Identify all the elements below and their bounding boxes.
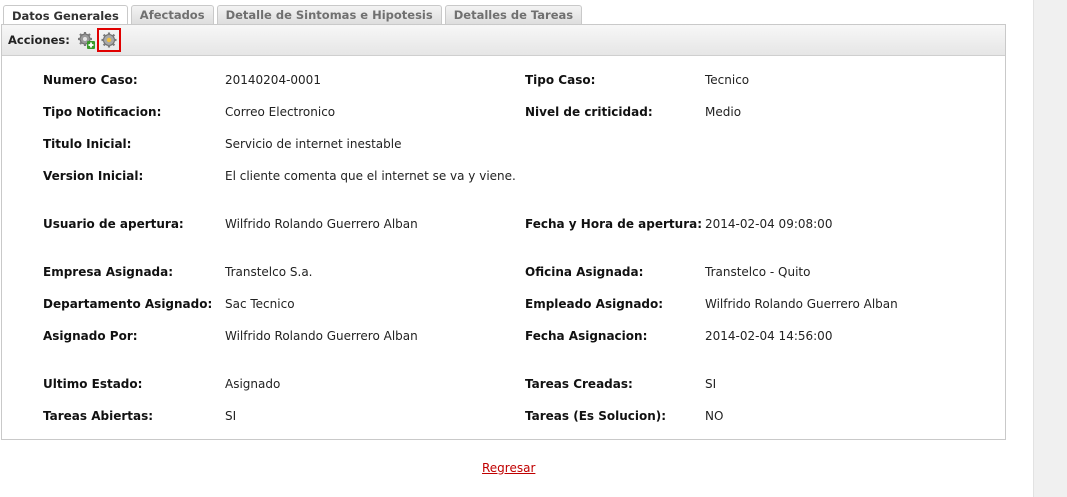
fecha-asignacion-value: 2014-02-04 14:56:00 xyxy=(705,329,833,343)
empresa-asignada-label: Empresa Asignada: xyxy=(43,265,174,279)
tipo-notificacion-label: Tipo Notificacion: xyxy=(43,105,162,119)
right-side-strip xyxy=(1033,0,1067,497)
numero-caso-label: Numero Caso: xyxy=(43,73,138,87)
empresa-asignada-value: Transtelco S.a. xyxy=(225,265,313,279)
nivel-criticidad-value: Medio xyxy=(705,105,742,119)
usuario-apertura-label: Usuario de apertura: xyxy=(43,217,184,231)
asignado-por-label: Asignado Por: xyxy=(43,329,138,343)
tipo-notificacion-value: Correo Electronico xyxy=(225,105,336,119)
oficina-asignada-label: Oficina Asignada: xyxy=(525,265,644,279)
version-inicial-value: El cliente comenta que el internet se va… xyxy=(225,169,516,183)
departamento-asignado-label: Departamento Asignado: xyxy=(43,297,213,311)
version-inicial-label: Version Inicial: xyxy=(43,169,144,183)
fecha-apertura-label: Fecha y Hora de apertura: xyxy=(525,217,703,231)
tareas-creadas-value: SI xyxy=(705,377,717,391)
empleado-asignado-label: Empleado Asignado: xyxy=(525,297,664,311)
titulo-inicial-label: Titulo Inicial: xyxy=(43,137,132,151)
gear-add-icon xyxy=(77,32,95,49)
case-details-panel: Acciones: Numero Caso: 20140204-0001 Tip… xyxy=(1,24,1006,440)
tipo-caso-label: Tipo Caso: xyxy=(525,73,596,87)
asignado-por-value: Wilfrido Rolando Guerrero Alban xyxy=(225,329,418,343)
tab-datos-generales[interactable]: Datos Generales xyxy=(3,5,128,26)
oficina-asignada-value: Transtelco - Quito xyxy=(705,265,811,279)
tareas-abiertas-label: Tareas Abiertas: xyxy=(43,409,154,423)
actions-label: Acciones: xyxy=(8,33,70,47)
usuario-apertura-value: Wilfrido Rolando Guerrero Alban xyxy=(225,217,418,231)
tab-detalles-tareas[interactable]: Detalles de Tareas xyxy=(444,5,583,25)
gear-add-button[interactable] xyxy=(76,30,96,50)
tareas-solucion-label: Tareas (Es Solucion): xyxy=(525,409,667,423)
departamento-asignado-value: Sac Tecnico xyxy=(225,297,295,311)
tareas-creadas-label: Tareas Creadas: xyxy=(525,377,633,391)
tipo-caso-value: Tecnico xyxy=(705,73,750,87)
titulo-inicial-value: Servicio de internet inestable xyxy=(225,137,402,151)
numero-caso-value: 20140204-0001 xyxy=(225,73,321,87)
tareas-abiertas-value: SI xyxy=(225,409,237,423)
gear-settings-button[interactable] xyxy=(96,28,121,52)
back-link[interactable]: Regresar xyxy=(482,461,535,475)
tareas-solucion-value: NO xyxy=(705,409,724,423)
empleado-asignado-value: Wilfrido Rolando Guerrero Alban xyxy=(705,297,898,311)
tab-afectados[interactable]: Afectados xyxy=(130,5,214,25)
nivel-criticidad-label: Nivel de criticidad: xyxy=(525,105,653,119)
tab-detalle-sintomas-hipotesis[interactable]: Detalle de Sintomas e Hipotesis xyxy=(216,5,442,25)
actions-toolbar: Acciones: xyxy=(2,25,1005,56)
fecha-apertura-value: 2014-02-04 09:08:00 xyxy=(705,217,833,231)
fecha-asignacion-label: Fecha Asignacion: xyxy=(525,329,648,343)
tab-bar: Datos Generales Afectados Detalle de Sin… xyxy=(3,4,585,26)
ultimo-estado-value: Asignado xyxy=(225,377,281,391)
ultimo-estado-label: Ultimo Estado: xyxy=(43,377,143,391)
gear-settings-icon xyxy=(101,32,117,48)
